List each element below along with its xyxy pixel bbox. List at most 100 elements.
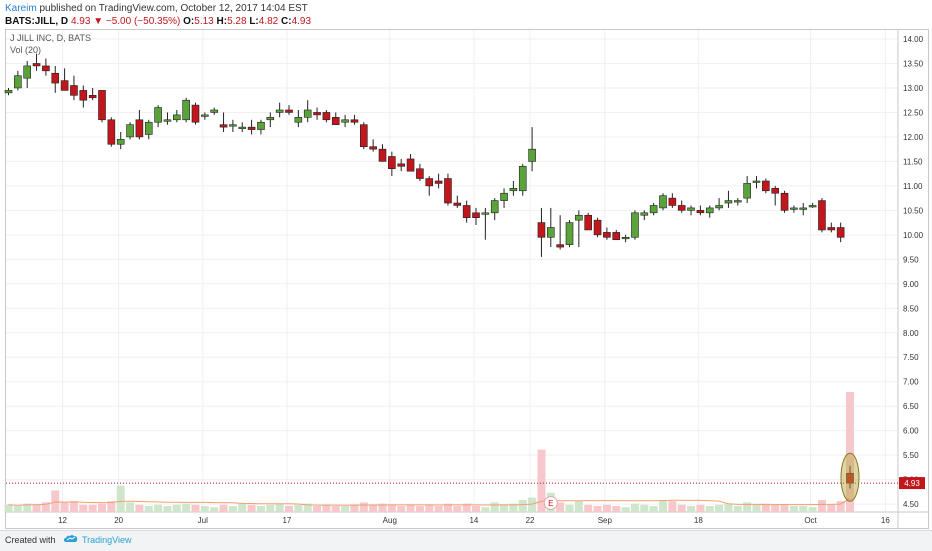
candle-body <box>60 80 69 91</box>
candle-body <box>135 119 144 138</box>
volume-bar <box>733 506 742 512</box>
volume-bar <box>715 504 724 512</box>
candle-body <box>743 183 751 199</box>
x-tick-label: Oct <box>804 516 817 525</box>
price-chart[interactable]: 4.505.005.506.006.507.007.508.008.509.00… <box>0 0 932 530</box>
candle-body <box>780 192 789 211</box>
candle-body <box>818 200 826 231</box>
volume-bar <box>60 502 69 512</box>
volume-bar <box>247 504 256 512</box>
volume-bar <box>228 506 237 512</box>
volume-bar <box>387 504 396 512</box>
last-price-label: 4.93 <box>904 479 920 488</box>
volume-bar <box>659 500 667 512</box>
volume-bar <box>799 506 808 512</box>
volume-bar <box>350 504 359 512</box>
tradingview-brand[interactable]: TradingView <box>82 535 132 545</box>
volume-bar <box>285 506 293 512</box>
volume-bar <box>126 502 135 512</box>
y-tick-label: 9.00 <box>903 280 919 289</box>
volume-bar <box>593 506 602 512</box>
y-tick-label: 10.50 <box>903 206 924 215</box>
volume-bar <box>434 506 443 512</box>
volume-bar <box>780 504 789 512</box>
candle-body <box>219 124 228 128</box>
candle-body <box>173 114 181 121</box>
volume-bar <box>154 504 163 512</box>
volume-bar <box>696 504 705 512</box>
candle-body <box>481 212 490 215</box>
volume-bar <box>341 506 350 512</box>
volume-bar <box>808 507 817 512</box>
volume-bar <box>88 504 97 512</box>
volume-bar <box>630 503 639 512</box>
volume-bar <box>472 506 480 512</box>
candle-body <box>500 192 508 201</box>
y-tick-label: 9.50 <box>903 255 919 264</box>
y-tick-label: 12.50 <box>903 108 924 117</box>
candle-body <box>733 200 742 203</box>
y-tick-label: 5.50 <box>903 451 919 460</box>
x-tick-label: 14 <box>469 516 478 525</box>
candle-body <box>453 202 462 206</box>
candle-body <box>836 227 845 238</box>
candle-body <box>425 178 434 187</box>
volume-bar <box>565 504 574 512</box>
candle-body <box>350 119 359 123</box>
volume-bar <box>518 500 527 512</box>
volume-bar <box>294 504 303 512</box>
x-tick-label: 12 <box>58 516 67 525</box>
volume-bar <box>668 501 677 512</box>
volume-bar <box>500 504 509 512</box>
candle-body <box>528 148 536 162</box>
highlight-ellipse <box>840 452 860 502</box>
candle-body <box>808 205 817 208</box>
candle-body <box>659 195 667 209</box>
volume-bar <box>406 504 415 512</box>
volume-bar <box>200 506 209 512</box>
candle-body <box>378 148 387 162</box>
candle-body <box>537 222 546 238</box>
y-tick-label: 8.50 <box>903 304 919 313</box>
candle-body <box>715 205 723 209</box>
volume-bar <box>266 504 275 512</box>
candle-body <box>285 109 293 113</box>
y-tick-label: 13.00 <box>903 84 924 93</box>
candle-body <box>257 121 265 130</box>
volume-bar <box>415 506 424 512</box>
volume-legend: Vol (20) <box>10 45 42 55</box>
x-tick-label: Jul <box>198 516 208 525</box>
volume-bar <box>705 506 714 512</box>
candle-body <box>144 121 153 135</box>
candle-body <box>771 188 780 194</box>
y-tick-label: 11.50 <box>903 157 923 166</box>
candle-body <box>575 214 583 221</box>
y-tick-label: 12.00 <box>903 133 924 142</box>
volume-bar <box>584 504 593 512</box>
volume-bar <box>32 504 41 512</box>
y-tick-label: 4.50 <box>903 500 919 509</box>
candle-body <box>565 222 574 245</box>
candle-body <box>229 124 237 127</box>
candle-body <box>584 214 593 231</box>
candle-body <box>275 109 284 113</box>
candle-body <box>51 72 60 84</box>
candle-body <box>490 200 499 214</box>
candle-body <box>827 227 836 231</box>
x-tick-label: 20 <box>114 516 123 525</box>
candle-body <box>88 95 97 99</box>
volume-bar <box>322 504 331 512</box>
volume-bar <box>789 506 798 512</box>
volume-bar <box>238 503 247 512</box>
candle-body <box>556 244 564 248</box>
volume-bar <box>359 502 368 512</box>
candle-body <box>238 126 247 129</box>
created-with-label: Created with <box>5 535 56 545</box>
y-tick-label: 10.00 <box>903 231 924 240</box>
candle-body <box>518 165 527 192</box>
volume-bar <box>331 506 340 512</box>
candle-body <box>677 205 686 211</box>
volume-bar <box>369 504 378 512</box>
candle-body <box>640 212 649 216</box>
candle-body <box>294 117 303 123</box>
